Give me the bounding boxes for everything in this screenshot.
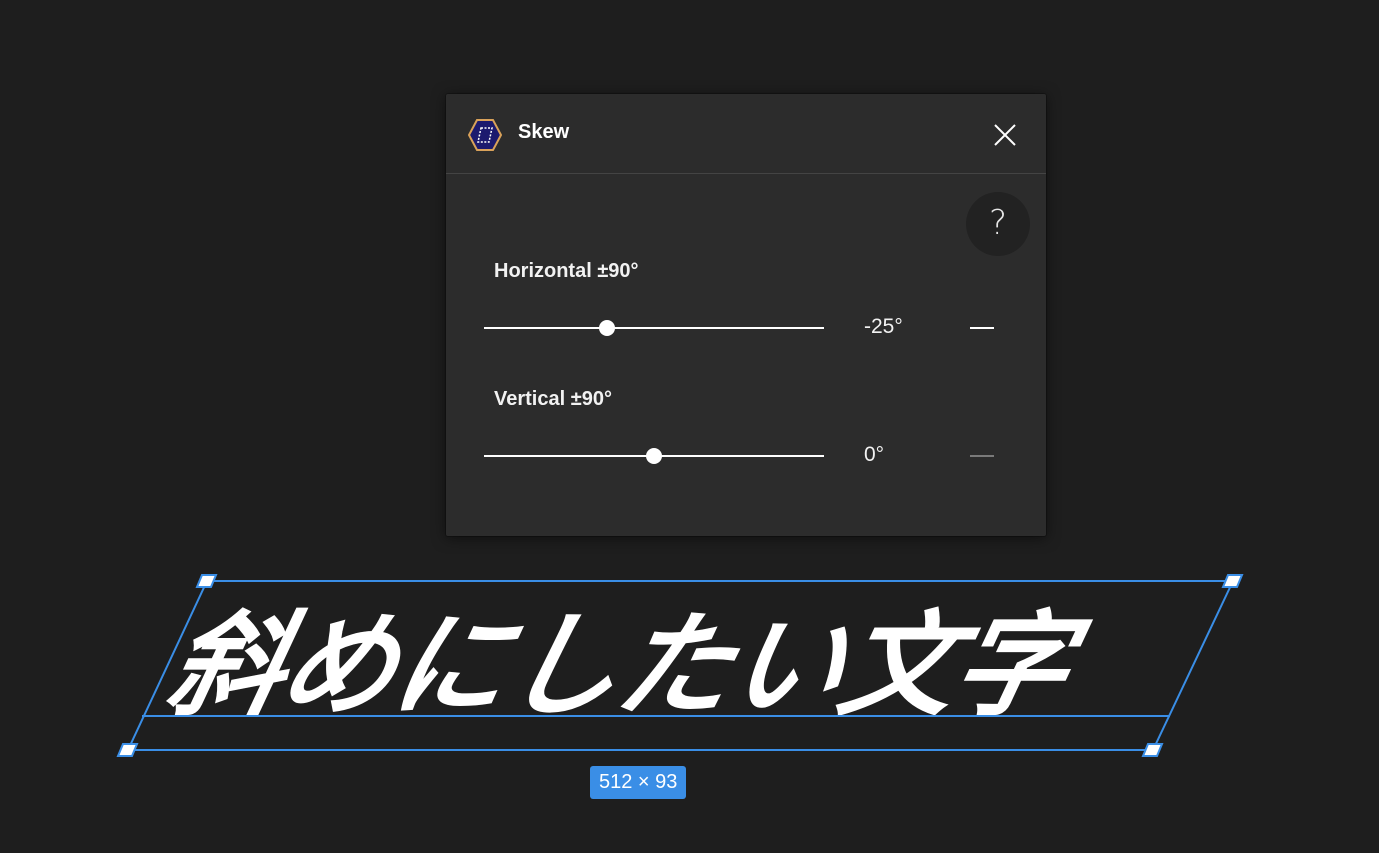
panel-title: Skew — [518, 121, 570, 143]
dimensions-badge: 512 × 93 — [590, 766, 687, 799]
close-icon — [994, 124, 1016, 146]
resize-handle-top-left — [195, 574, 218, 588]
slider-track — [484, 327, 824, 329]
vertical-value[interactable]: 0° — [864, 443, 884, 467]
minus-icon — [970, 327, 994, 329]
horizontal-label: Horizontal ±90° — [494, 260, 639, 282]
vertical-reset-button[interactable] — [966, 446, 998, 466]
resize-handle-bottom-right — [1141, 743, 1164, 757]
horizontal-skew-slider[interactable] — [484, 318, 824, 338]
slider-thumb[interactable] — [646, 448, 662, 464]
question-icon: ? — [988, 203, 1008, 243]
skew-plugin-panel: Skew ? Horizontal ±90° -25° Vertical ±90… — [446, 94, 1046, 536]
minus-icon — [970, 455, 994, 457]
panel-header: Skew — [446, 94, 1046, 174]
slider-thumb[interactable] — [598, 320, 615, 336]
resize-handle-top-right — [1221, 574, 1244, 588]
close-button[interactable] — [986, 116, 1024, 154]
help-button[interactable]: ? — [966, 192, 1030, 256]
skew-plugin-icon — [468, 119, 502, 151]
design-canvas[interactable]: 斜めにしたい文字 512 × 93 Skew ? Horizontal ±90°… — [0, 0, 1379, 853]
vertical-skew-slider[interactable] — [484, 446, 824, 466]
resize-handle-bottom-left — [116, 743, 139, 757]
horizontal-reset-button[interactable] — [966, 318, 998, 338]
skewed-text-layer[interactable]: 斜めにしたい文字 — [148, 596, 1109, 736]
horizontal-value[interactable]: -25° — [864, 315, 903, 339]
vertical-label: Vertical ±90° — [494, 388, 612, 410]
